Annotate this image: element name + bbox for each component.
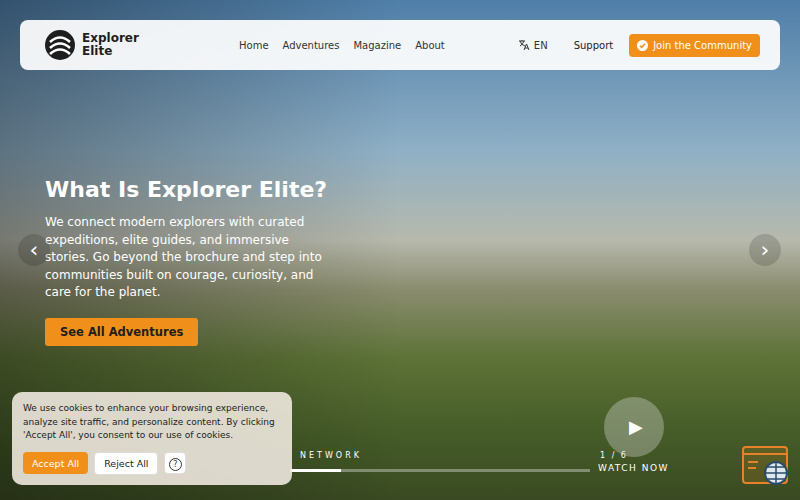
nav-links: Home Adventures Magazine About <box>239 40 445 51</box>
progress-fill <box>290 469 341 472</box>
hero-page: ExplorerElite Home Adventures Magazine About… <box>0 0 800 500</box>
prev-arrow[interactable]: ‹ <box>18 234 50 266</box>
translate-icon <box>518 39 530 51</box>
nav-link[interactable]: About <box>415 40 445 51</box>
accept-button[interactable]: Accept All <box>23 452 88 474</box>
slide-progress <box>290 469 590 472</box>
play-button[interactable]: ▶ <box>604 397 664 457</box>
nav-link[interactable]: Magazine <box>353 40 401 51</box>
nav-link[interactable]: Home <box>239 40 269 51</box>
cookie-text: We use cookies to enhance your browsing … <box>23 402 281 443</box>
cookie-banner: We use cookies to enhance your browsing … <box>12 392 292 485</box>
hero-title: What Is Explorer Elite? <box>45 177 345 202</box>
hero-content: What Is Explorer Elite? We connect modern… <box>20 70 345 346</box>
slide-label: NETWORK <box>300 451 362 460</box>
browser-globe-icon[interactable] <box>742 446 790 486</box>
logo-text: ExplorerElite <box>82 32 139 57</box>
see-all-button[interactable]: See All Adventures <box>45 318 198 346</box>
check-circle-icon <box>637 40 648 51</box>
nav-actions: EN Support Join the Community <box>518 34 760 57</box>
nav-link[interactable]: Adventures <box>283 40 340 51</box>
cookie-actions: Accept All Reject All? <box>23 452 281 475</box>
join-button[interactable]: Join the Community <box>629 34 760 57</box>
support-link[interactable]: Support <box>574 40 614 51</box>
language-switch[interactable]: EN <box>518 39 548 51</box>
navbar: ExplorerElite Home Adventures Magazine About… <box>20 20 780 70</box>
watch-now-label[interactable]: WATCH NOW <box>598 463 669 473</box>
help-button[interactable]: ? <box>164 452 186 474</box>
reject-button[interactable]: Reject All <box>94 452 158 475</box>
next-arrow[interactable]: › <box>749 234 781 266</box>
waves-logo-icon <box>44 29 76 61</box>
hero-text: We connect modern explorers with curated… <box>45 214 325 302</box>
logo[interactable]: ExplorerElite <box>44 29 224 61</box>
